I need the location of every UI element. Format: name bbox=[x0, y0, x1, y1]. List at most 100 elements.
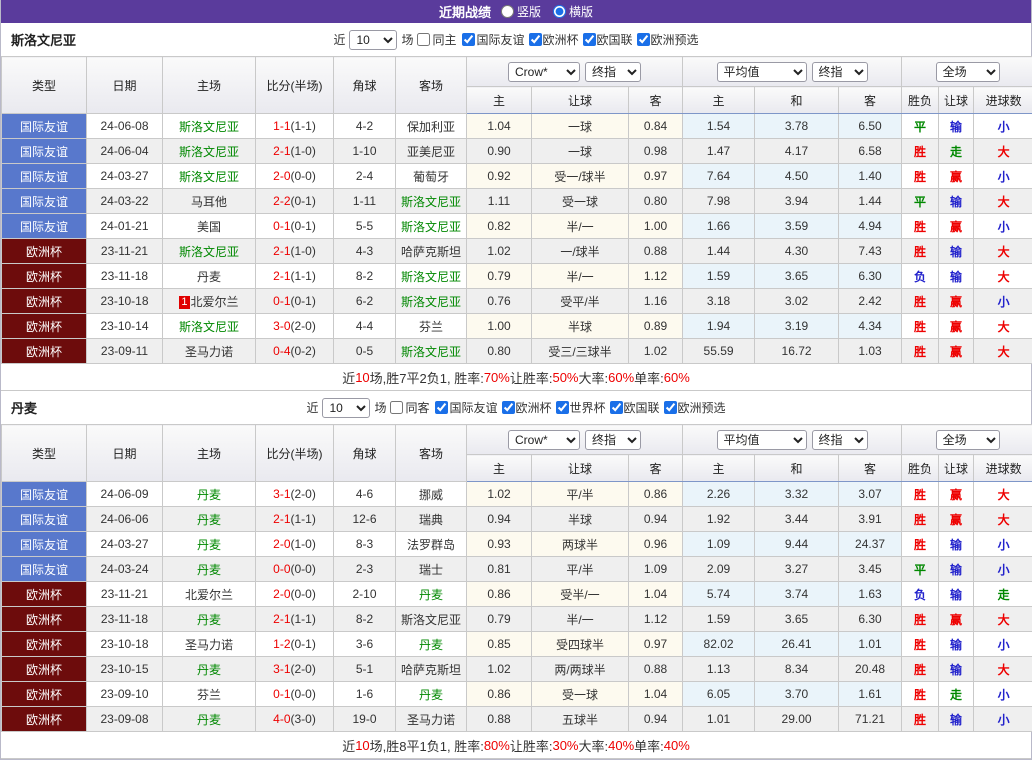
bookmaker-time-select[interactable]: 终指 bbox=[585, 62, 641, 82]
halftime-score: (1-1) bbox=[291, 512, 316, 526]
summary-text: 40% bbox=[608, 738, 634, 753]
bookmaker-select[interactable]: Crow* bbox=[508, 430, 580, 450]
score: 2-0(0-0) bbox=[256, 164, 334, 189]
league-filter[interactable]: 国际友谊 bbox=[462, 31, 524, 48]
league-filter[interactable]: 欧洲杯 bbox=[529, 31, 579, 48]
handicap: 受平/半 bbox=[532, 289, 629, 314]
league-filter[interactable]: 欧国联 bbox=[610, 399, 660, 416]
league-checkbox[interactable] bbox=[637, 33, 650, 46]
col-home-header: 主场 bbox=[163, 425, 256, 482]
filter-bar: 近 10 场 同客 国际友谊欧洲杯世界杯欧国联欧洲预选 bbox=[306, 398, 725, 418]
avg-draw: 3.59 bbox=[755, 214, 839, 239]
corners: 12-6 bbox=[334, 507, 396, 532]
col-avg-draw-header: 和 bbox=[755, 87, 839, 114]
handicap: 受一/球半 bbox=[532, 164, 629, 189]
score: 2-1(1-1) bbox=[256, 507, 334, 532]
league-filter[interactable]: 欧洲预选 bbox=[664, 399, 726, 416]
league-badge: 欧洲杯 bbox=[2, 707, 87, 732]
odds-away: 0.94 bbox=[629, 507, 683, 532]
league-checkbox[interactable] bbox=[664, 401, 677, 414]
recent-count-select[interactable]: 10 bbox=[349, 30, 397, 50]
odds-away: 1.12 bbox=[629, 264, 683, 289]
league-filter[interactable]: 世界杯 bbox=[556, 399, 606, 416]
league-checkbox[interactable] bbox=[462, 33, 475, 46]
home-team-name: 丹麦 bbox=[197, 613, 221, 627]
home-team: 马耳他 bbox=[163, 189, 256, 214]
corners: 5-1 bbox=[334, 657, 396, 682]
fulltime-score: 0-4 bbox=[273, 344, 290, 358]
away-team: 斯洛文尼亚 bbox=[396, 289, 467, 314]
home-team: 丹麦 bbox=[163, 657, 256, 682]
corners: 0-5 bbox=[334, 339, 396, 364]
result: 平 bbox=[902, 557, 939, 582]
score: 3-0(2-0) bbox=[256, 314, 334, 339]
goals: 小 bbox=[974, 289, 1032, 314]
odds-away: 0.98 bbox=[629, 139, 683, 164]
league-checkbox[interactable] bbox=[556, 401, 569, 414]
avg-home: 1.59 bbox=[683, 607, 755, 632]
goals: 小 bbox=[974, 214, 1032, 239]
odds-away: 0.96 bbox=[629, 532, 683, 557]
recent-count-select[interactable]: 10 bbox=[322, 398, 370, 418]
handicap-result: 输 bbox=[939, 264, 974, 289]
league-checkbox[interactable] bbox=[610, 401, 623, 414]
odds-home: 0.92 bbox=[467, 164, 532, 189]
league-checkbox[interactable] bbox=[529, 33, 542, 46]
goals: 大 bbox=[974, 339, 1032, 364]
halftime-score: (0-1) bbox=[291, 194, 316, 208]
avg-draw: 29.00 bbox=[755, 707, 839, 732]
team-name: 丹麦 bbox=[11, 398, 37, 417]
goals: 小 bbox=[974, 114, 1032, 139]
league-filter[interactable]: 欧国联 bbox=[583, 31, 633, 48]
bookmaker-time-select[interactable]: 终指 bbox=[585, 430, 641, 450]
away-team-name: 哈萨克斯坦 bbox=[401, 245, 461, 259]
layout-horizontal-option[interactable]: 横版 bbox=[553, 3, 593, 20]
odds-away: 1.16 bbox=[629, 289, 683, 314]
league-filter[interactable]: 欧洲杯 bbox=[502, 399, 552, 416]
avg-away: 7.43 bbox=[839, 239, 902, 264]
scope-select[interactable]: 全场 bbox=[936, 62, 1000, 82]
corners: 1-6 bbox=[334, 682, 396, 707]
result: 胜 bbox=[902, 339, 939, 364]
corners: 19-0 bbox=[334, 707, 396, 732]
league-checkbox[interactable] bbox=[583, 33, 596, 46]
league-checkbox[interactable] bbox=[502, 401, 515, 414]
corners: 8-2 bbox=[334, 607, 396, 632]
col-score-header: 比分(半场) bbox=[256, 57, 334, 114]
same-venue-checkbox[interactable] bbox=[390, 401, 403, 414]
avg-home: 1.66 bbox=[683, 214, 755, 239]
summary-text: 30% bbox=[552, 738, 578, 753]
league-badge: 欧洲杯 bbox=[2, 657, 87, 682]
games-label: 场 bbox=[374, 399, 386, 416]
league-filter[interactable]: 国际友谊 bbox=[435, 399, 497, 416]
score: 4-0(3-0) bbox=[256, 707, 334, 732]
summary-text: 10 bbox=[355, 738, 369, 753]
average-time-select[interactable]: 终指 bbox=[812, 430, 868, 450]
team-section-slovenia: 斯洛文尼亚 近 10 场 同主 国际友谊欧洲杯欧国联欧洲预选 类型 bbox=[1, 23, 1031, 391]
average-select[interactable]: 平均值 bbox=[717, 430, 807, 450]
fulltime-score: 4-0 bbox=[273, 712, 290, 726]
fulltime-score: 3-1 bbox=[273, 487, 290, 501]
layout-horizontal-radio[interactable] bbox=[553, 5, 566, 18]
odds-home: 0.86 bbox=[467, 682, 532, 707]
same-venue-filter[interactable]: 同客 bbox=[390, 399, 429, 416]
col-date-header: 日期 bbox=[87, 57, 163, 114]
bookmaker-select[interactable]: Crow* bbox=[508, 62, 580, 82]
league-filter[interactable]: 欧洲预选 bbox=[637, 31, 699, 48]
avg-draw: 3.94 bbox=[755, 189, 839, 214]
same-venue-checkbox[interactable] bbox=[417, 33, 430, 46]
corners: 2-4 bbox=[334, 164, 396, 189]
average-select[interactable]: 平均值 bbox=[717, 62, 807, 82]
layout-vertical-radio[interactable] bbox=[501, 5, 514, 18]
match-date: 23-09-10 bbox=[87, 682, 163, 707]
layout-vertical-option[interactable]: 竖版 bbox=[501, 3, 541, 20]
average-time-select[interactable]: 终指 bbox=[812, 62, 868, 82]
scope-select[interactable]: 全场 bbox=[936, 430, 1000, 450]
handicap: 一球 bbox=[532, 114, 629, 139]
away-team-name: 斯洛文尼亚 bbox=[401, 295, 461, 309]
same-venue-filter[interactable]: 同主 bbox=[417, 31, 456, 48]
fulltime-score: 3-0 bbox=[273, 319, 290, 333]
avg-draw: 3.44 bbox=[755, 507, 839, 532]
score: 0-1(0-1) bbox=[256, 214, 334, 239]
league-checkbox[interactable] bbox=[435, 401, 448, 414]
